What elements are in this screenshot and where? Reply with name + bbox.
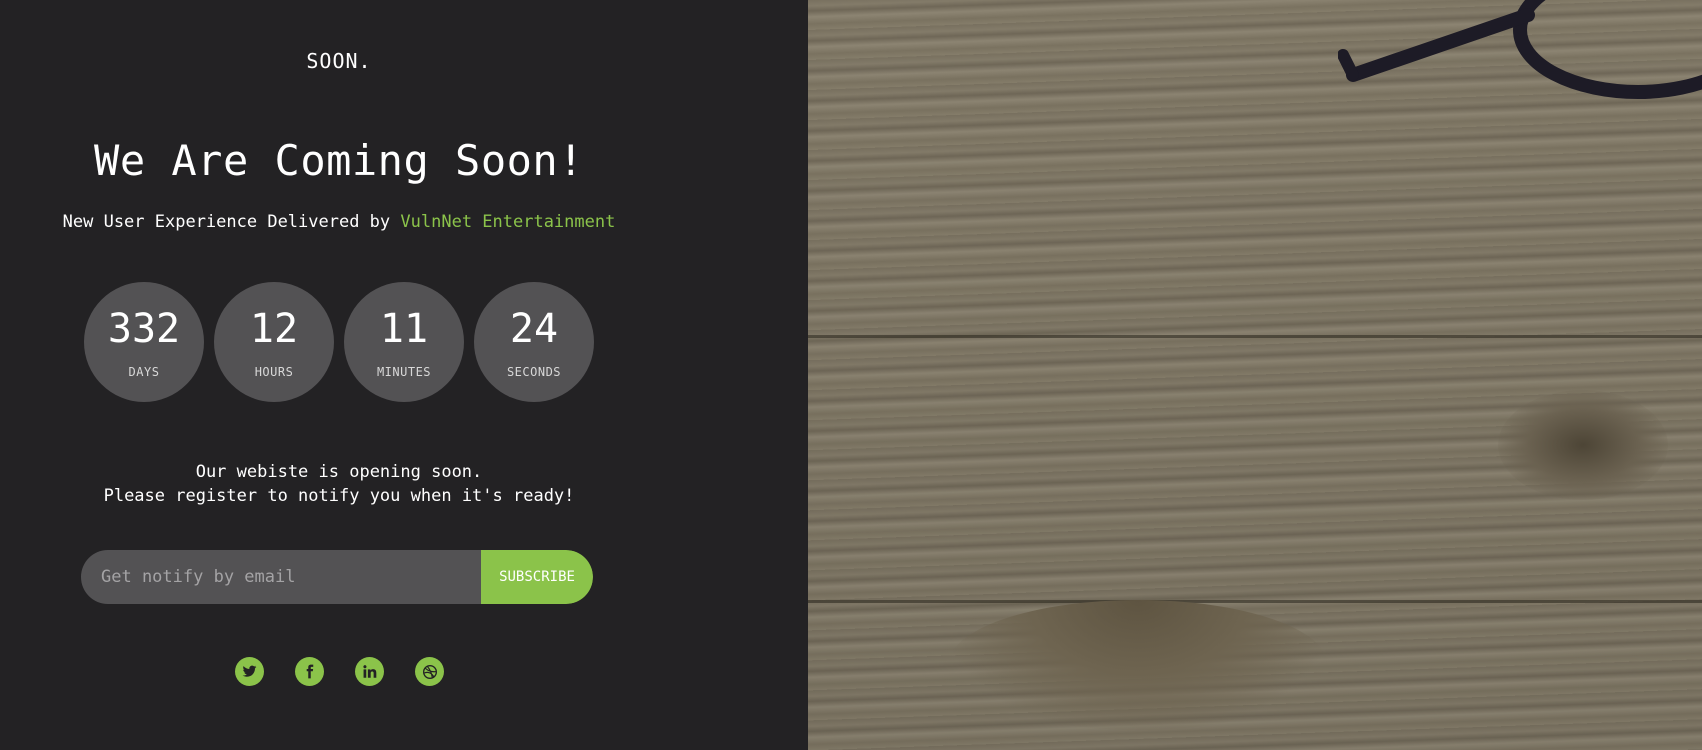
plank-seam [808, 600, 1702, 603]
countdown-value: 11 [379, 306, 429, 352]
countdown-hours: 12 HOURS [214, 282, 334, 402]
dribbble-icon [422, 664, 437, 679]
page-title: We Are Coming Soon! [94, 136, 584, 185]
brand-name: VulnNet Entertainment [400, 212, 616, 232]
subscribe-form: SUBSCRIBE [81, 550, 593, 604]
countdown-label: DAYS [128, 365, 160, 379]
plank-seam [808, 335, 1702, 338]
countdown: 332 DAYS 12 HOURS 11 MINUTES 24 SECONDS [84, 282, 594, 402]
logo: SOON. [306, 49, 372, 73]
wood-knot [948, 600, 1328, 730]
countdown-label: MINUTES [376, 365, 432, 379]
subscribe-button[interactable]: SUBSCRIBE [481, 550, 593, 604]
left-panel: SOON. We Are Coming Soon! New User Exper… [0, 0, 808, 750]
countdown-label: HOURS [254, 365, 294, 379]
linkedin-icon [363, 665, 377, 678]
dribbble-link[interactable] [415, 657, 444, 686]
twitter-icon [242, 665, 257, 677]
message-line-1: Our webiste is opening soon. [195, 462, 483, 482]
email-field[interactable] [81, 550, 481, 604]
countdown-label: SECONDS [506, 365, 562, 379]
countdown-minutes: 11 MINUTES [344, 282, 464, 402]
countdown-value: 12 [249, 306, 299, 352]
tagline-prefix: New User Experience Delivered by [62, 212, 401, 232]
twitter-link[interactable] [235, 657, 264, 686]
countdown-value: 24 [509, 306, 559, 352]
opening-message: Our webiste is opening soon. Please regi… [0, 460, 678, 508]
message-line-2: Please register to notify you when it's … [103, 486, 575, 506]
countdown-seconds: 24 SECONDS [474, 282, 594, 402]
linkedin-link[interactable] [355, 657, 384, 686]
wood-knot [1498, 390, 1668, 500]
tagline: New User Experience Delivered by VulnNet… [0, 212, 678, 232]
facebook-link[interactable] [295, 657, 324, 686]
wood-background-image [808, 0, 1702, 750]
countdown-days: 332 DAYS [84, 282, 204, 402]
facebook-icon [306, 664, 314, 679]
social-links [235, 657, 444, 686]
countdown-value: 332 [107, 306, 181, 352]
eyeglasses-image [1338, 0, 1702, 99]
